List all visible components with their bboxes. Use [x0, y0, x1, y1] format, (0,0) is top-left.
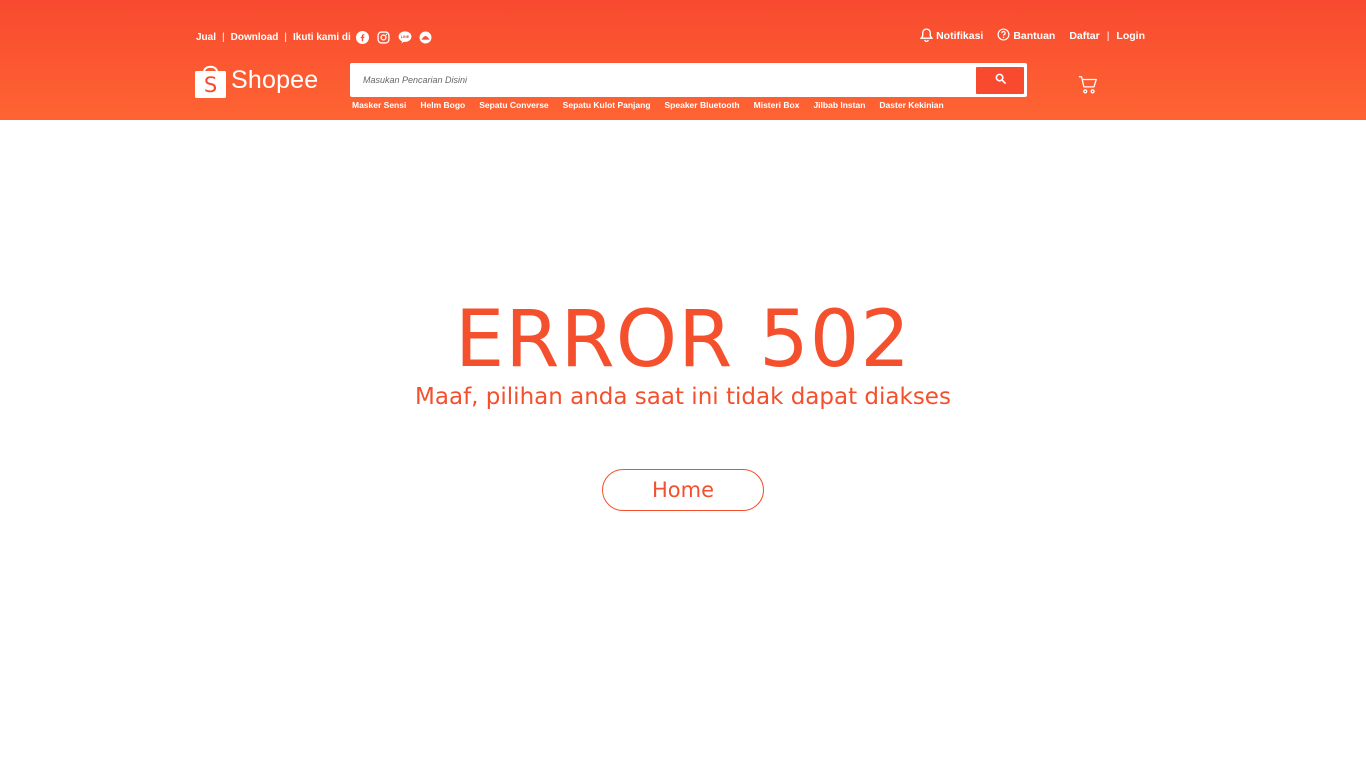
suggestion-link[interactable]: Jilbab Instan: [813, 100, 865, 110]
header: Jual | Download | Ikuti kami di LINE Not…: [0, 0, 1366, 120]
suggestion-link[interactable]: Speaker Bluetooth: [665, 100, 740, 110]
instagram-icon[interactable]: [377, 30, 391, 44]
follow-us-label: Ikuti kami di: [293, 31, 351, 43]
divider: |: [222, 31, 225, 43]
shopee-food-icon[interactable]: [419, 30, 433, 44]
topright-nav: Notifikasi Bantuan Daftar | Login: [919, 27, 1145, 45]
topbar: Jual | Download | Ikuti kami di LINE: [196, 29, 433, 45]
cart-icon[interactable]: [1077, 74, 1099, 96]
error-title: ERROR 502: [455, 295, 911, 385]
divider: |: [1106, 30, 1110, 42]
search-button[interactable]: [976, 66, 1024, 94]
notifications-link[interactable]: Notifikasi: [919, 27, 984, 45]
suggestion-link[interactable]: Sepatu Kulot Panjang: [563, 100, 651, 110]
help-icon: [997, 28, 1010, 44]
search-icon: [995, 71, 1006, 89]
help-label: Bantuan: [1013, 30, 1056, 42]
suggestion-link[interactable]: Sepatu Converse: [479, 100, 548, 110]
home-button[interactable]: Home: [602, 469, 764, 511]
logo-wordmark: Shopee: [231, 66, 319, 94]
download-link[interactable]: Download: [231, 32, 279, 43]
error-content: ERROR 502 Maaf, pilihan anda saat ini ti…: [0, 120, 1366, 768]
register-link[interactable]: Daftar: [1069, 30, 1099, 42]
divider: |: [284, 31, 288, 43]
search-input[interactable]: [353, 66, 976, 94]
bell-icon: [919, 27, 934, 45]
login-link[interactable]: Login: [1116, 30, 1145, 42]
suggestion-link[interactable]: Misteri Box: [754, 100, 800, 110]
social-links: LINE: [356, 30, 433, 44]
logo-letter: S: [204, 73, 217, 97]
search-suggestions: Masker Sensi Helm Bogo Sepatu Converse S…: [352, 100, 958, 110]
error-message: Maaf, pilihan anda saat ini tidak dapat …: [415, 384, 951, 410]
suggestion-link[interactable]: Masker Sensi: [352, 100, 406, 110]
suggestion-link[interactable]: Helm Bogo: [420, 100, 465, 110]
help-link[interactable]: Bantuan: [997, 28, 1055, 44]
notifications-label: Notifikasi: [936, 30, 984, 42]
line-icon[interactable]: LINE: [398, 30, 412, 44]
shopping-bag-icon: S: [195, 63, 226, 98]
facebook-icon[interactable]: [356, 30, 370, 44]
suggestion-link[interactable]: Daster Kekinian: [879, 100, 943, 110]
search-bar: [350, 63, 1027, 97]
shopee-logo[interactable]: S Shopee: [195, 63, 318, 98]
svg-text:LINE: LINE: [401, 35, 410, 39]
jual-link[interactable]: Jual: [196, 32, 216, 43]
